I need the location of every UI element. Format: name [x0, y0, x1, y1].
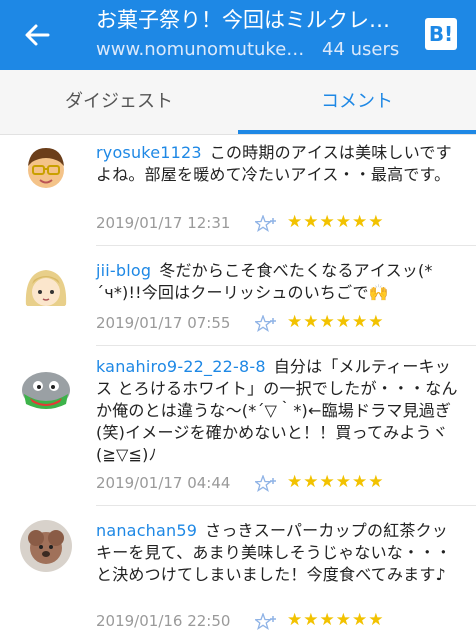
user-avatar-icon — [20, 520, 72, 572]
comment-body: kanahiro9-22_22-8-8 自分は「メルティーキッス とろけるホワイト… — [96, 356, 460, 466]
avatar[interactable] — [20, 142, 72, 194]
comment-body: jii-blog 冬だからこそ食べたくなるアイスッ(*´ч*)!!今回はクーリッシ… — [96, 260, 460, 304]
comment-username[interactable]: kanahiro9-22_22-8-8 — [96, 357, 266, 376]
avatar[interactable] — [20, 262, 72, 314]
page-title: お菓子祭り！今回はミルクレープ — [96, 8, 396, 32]
comment-item: jii-blog 冬だからこそ食べたくなるアイスッ(*´ч*)!!今回はクーリッシ… — [0, 246, 476, 346]
app-bar: お菓子祭り！今回はミルクレープ www.nomunomutukei.jp 44 … — [0, 0, 476, 70]
comment-date: 2019/01/17 04:44 — [96, 474, 231, 492]
add-star-icon[interactable] — [255, 475, 277, 493]
comment-item: kanahiro9-22_22-8-8 自分は「メルティーキッス とろけるホワイト… — [0, 346, 476, 506]
comment-date: 2019/01/16 22:50 — [96, 612, 231, 630]
comment-username[interactable]: nanachan59 — [96, 521, 197, 540]
user-avatar-icon — [20, 142, 72, 194]
tab-comments[interactable]: コメント — [238, 70, 476, 134]
bookmark-user-count[interactable]: 44 users — [322, 38, 399, 62]
add-star-icon[interactable] — [255, 315, 277, 333]
user-avatar-icon — [20, 364, 72, 416]
star-rating: ★★★★★★ — [287, 472, 385, 492]
comment-item: ryosuke1123 この時期のアイスは美味しいですよね。部屋を暖めて冷たいアイ… — [0, 134, 476, 246]
comment-username[interactable]: jii-blog — [96, 261, 151, 280]
comment-body: nanachan59 さっきスーパーカップの紅茶クッキーを見て、あまり美味しそうじ… — [96, 520, 460, 586]
avatar[interactable] — [20, 364, 72, 416]
add-star-icon[interactable] — [255, 613, 277, 631]
star-rating: ★★★★★★ — [287, 610, 385, 630]
comment-body: ryosuke1123 この時期のアイスは美味しいですよね。部屋を暖めて冷たいアイ… — [96, 142, 460, 186]
comment-item: nanachan59 さっきスーパーカップの紅茶クッキーを見て、あまり美味しそうじ… — [0, 506, 476, 640]
comment-date: 2019/01/17 12:31 — [96, 214, 231, 232]
tab-bar: ダイジェスト コメント — [0, 70, 476, 135]
user-avatar-icon — [20, 262, 72, 314]
comment-username[interactable]: ryosuke1123 — [96, 143, 202, 162]
tab-digest[interactable]: ダイジェスト — [0, 70, 238, 134]
avatar[interactable] — [20, 520, 72, 572]
star-rating: ★★★★★★ — [287, 312, 385, 332]
back-arrow-icon[interactable] — [22, 20, 52, 50]
add-star-icon[interactable] — [255, 215, 277, 233]
hatena-bookmark-logo[interactable]: B! — [425, 18, 457, 50]
comment-date: 2019/01/17 07:55 — [96, 314, 231, 332]
star-rating: ★★★★★★ — [287, 212, 385, 232]
page-url[interactable]: www.nomunomutukei.jp — [96, 38, 306, 62]
